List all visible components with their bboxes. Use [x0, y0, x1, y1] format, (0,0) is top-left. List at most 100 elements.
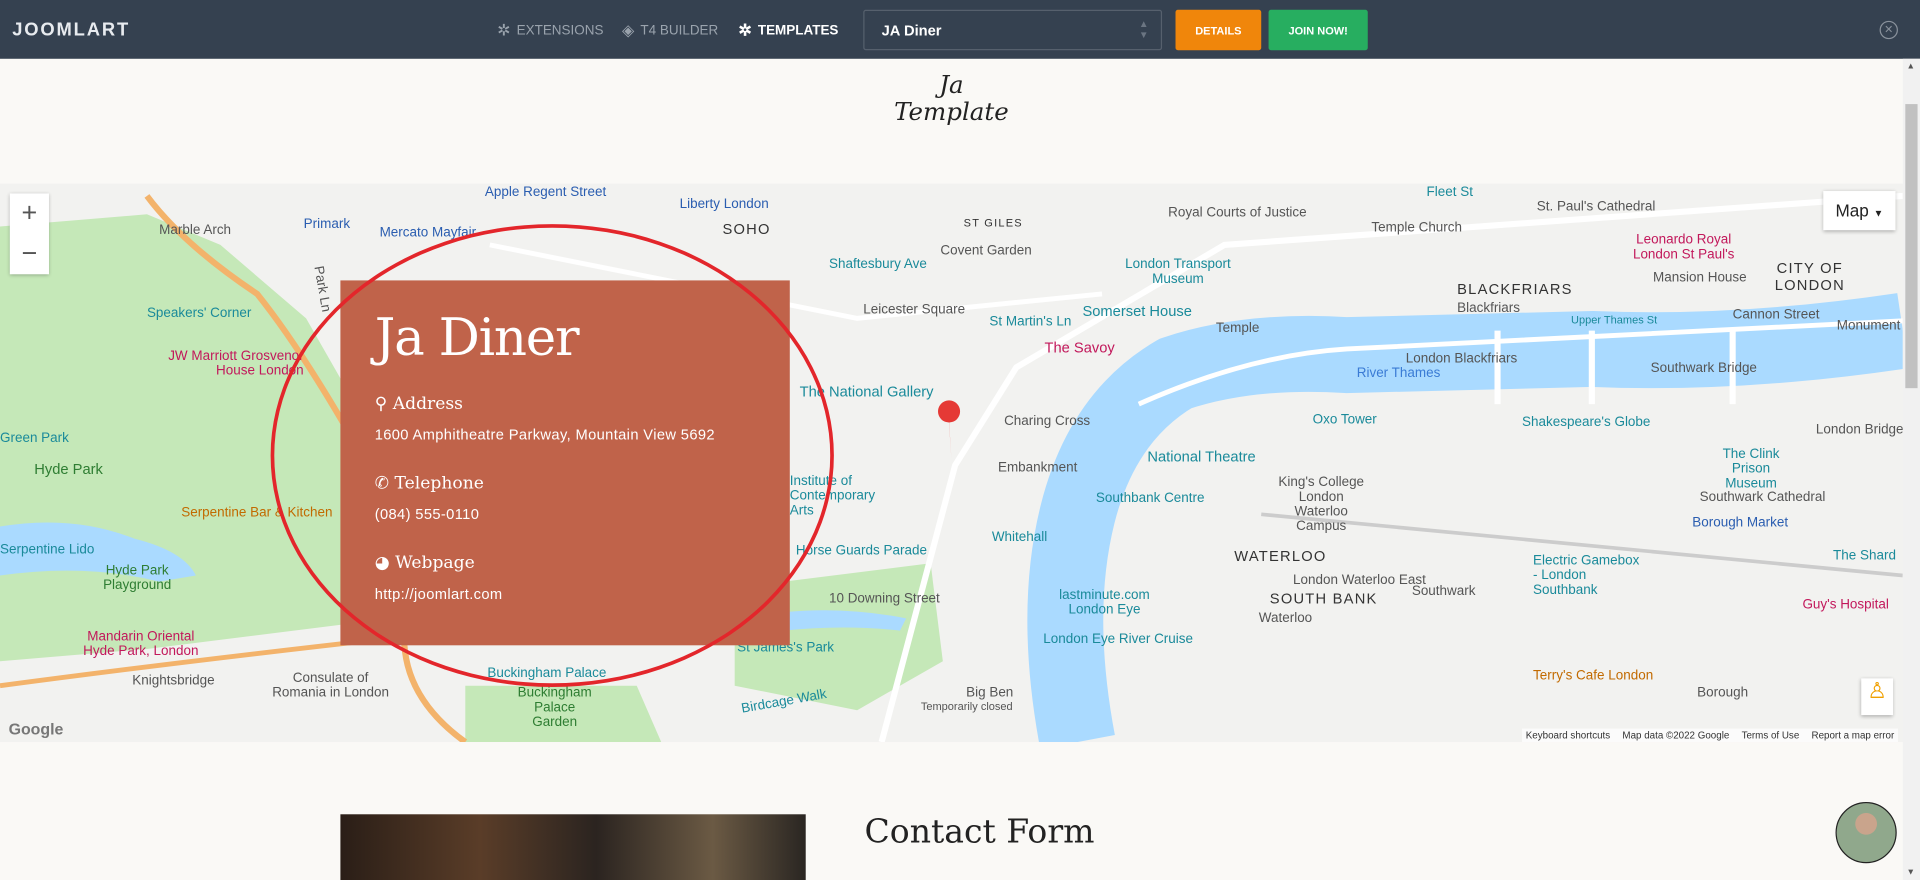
map-label: ST GILES	[963, 216, 1023, 229]
map-label: Hyde Park Playground	[103, 563, 172, 593]
chat-avatar[interactable]	[1835, 802, 1897, 864]
scroll-down-icon[interactable]: ▼	[1907, 868, 1915, 877]
map-label: Borough Market	[1692, 515, 1789, 531]
terms-link[interactable]: Terms of Use	[1742, 730, 1800, 741]
google-logo[interactable]: Google	[9, 720, 64, 738]
map-label: London Bridge	[1815, 422, 1903, 438]
google-map[interactable]: Apple Regent Street Liberty London SOHO …	[0, 183, 1903, 743]
keyboard-shortcuts-link[interactable]: Keyboard shortcuts	[1526, 730, 1610, 741]
map-label: Leicester Square	[863, 302, 966, 318]
map-label: Mandarin Oriental Hyde Park, London	[83, 629, 199, 659]
map-label: lastminute.com London Eye	[1059, 587, 1150, 618]
map-label: London Eye River Cruise	[1043, 631, 1194, 647]
map-label: Southwark Cathedral	[1699, 489, 1826, 505]
map-type-label: Map	[1835, 200, 1869, 221]
map-label: Green Park	[0, 431, 69, 446]
map-label: Somerset House	[1082, 302, 1192, 320]
scroll-up-icon[interactable]: ▲	[1907, 62, 1915, 71]
nav-label: T4 BUILDER	[640, 23, 719, 38]
details-button[interactable]: DETAILS	[1175, 9, 1262, 51]
globe-icon: ◕	[374, 553, 390, 574]
map-label: Fleet St	[1426, 184, 1473, 200]
map-label: Southwark	[1411, 584, 1476, 599]
pegman-icon[interactable]: ♙	[1861, 678, 1894, 716]
map-label: Temple Church	[1371, 220, 1463, 236]
map-label: Monument	[1836, 318, 1901, 334]
webpage-link[interactable]: http://joomlart.com	[375, 585, 756, 602]
map-label: St Martin's Ln	[989, 314, 1072, 330]
map-label: CITY OF LONDON	[1774, 259, 1845, 294]
map-label: St. Paul's Cathedral	[1536, 199, 1656, 215]
map-label: Big Ben	[966, 685, 1014, 701]
map-label: Southbank Centre	[1095, 491, 1205, 506]
map-label: SOHO	[722, 220, 771, 238]
map-label: Charing Cross	[1004, 413, 1091, 429]
map-label: Speakers' Corner	[146, 306, 252, 321]
nav-label: EXTENSIONS	[516, 23, 604, 38]
map-label: Waterloo	[1258, 611, 1313, 626]
report-error-link[interactable]: Report a map error	[1812, 730, 1895, 741]
join-now-button[interactable]: JOIN NOW!	[1268, 9, 1368, 51]
template-select[interactable]: JA Diner ▲ ▼	[863, 9, 1163, 51]
map-label: Covent Garden	[940, 243, 1032, 259]
map-label: Whitehall	[991, 530, 1048, 545]
map-zoom-control: + −	[9, 193, 49, 275]
nav-label: TEMPLATES	[757, 23, 839, 38]
webpage-label: Webpage	[395, 553, 475, 574]
map-label: Serpentine Lido	[0, 542, 95, 558]
map-label: Shakespeare's Globe	[1522, 415, 1651, 430]
address-heading: ⚲ Address	[375, 394, 756, 414]
scrollbar-thumb[interactable]	[1905, 104, 1918, 389]
map-label: London Blackfriars	[1405, 351, 1518, 367]
map-label: Primark	[303, 216, 351, 232]
close-icon[interactable]: ✕	[1879, 20, 1898, 40]
address-label: Address	[392, 394, 463, 414]
joomlart-logo[interactable]: JOOMLART	[12, 20, 130, 41]
map-type-button[interactable]: Map ▼	[1823, 191, 1896, 231]
zoom-out-button[interactable]: −	[10, 234, 49, 274]
telephone-value: (084) 555-0110	[374, 505, 480, 523]
map-label: Cannon Street	[1732, 307, 1820, 323]
page-scrollbar[interactable]: ▲ ▼	[1902, 58, 1920, 880]
map-label: The National Gallery	[799, 383, 934, 401]
map-label: Liberty London	[679, 197, 769, 212]
map-label: Mansion House	[1653, 270, 1747, 286]
zoom-in-button[interactable]: +	[10, 193, 49, 233]
map-label: London Waterloo East	[1293, 573, 1426, 588]
map-label: Leonardo Royal London St Paul's	[1632, 232, 1735, 263]
nav-t4-builder[interactable]: ◈ T4 BUILDER	[622, 21, 718, 41]
map-label: WATERLOO	[1234, 547, 1327, 565]
map-label: Southwark Bridge	[1650, 361, 1757, 376]
joomla-icon: ✲	[497, 20, 511, 40]
top-bar: JOOMLART ✲ EXTENSIONS ◈ T4 BUILDER ✲ TEMPLA…	[0, 0, 1920, 59]
map-label: JW Marriott Grosvenor House London	[168, 348, 304, 379]
map-label: The Shard	[1833, 548, 1896, 564]
map-label: Marble Arch	[159, 222, 232, 238]
map-label: National Theatre	[1147, 448, 1256, 466]
map-label: Horse Guards Parade	[795, 543, 927, 559]
phone-icon: ✆	[374, 473, 390, 494]
map-label: Institute of Contemporary Arts	[789, 473, 876, 518]
map-label: Consulate of Romania in London	[272, 671, 390, 701]
joomla-icon: ✲	[738, 20, 752, 40]
map-label: The Clink Prison Museum	[1722, 446, 1780, 492]
select-arrows-icon: ▲ ▼	[1138, 18, 1149, 41]
nav-extensions[interactable]: ✲ EXTENSIONS	[497, 21, 603, 41]
map-label: Mercato Mayfair	[379, 225, 477, 241]
address-value: 1600 Amphitheatre Parkway, Mountain View…	[374, 426, 715, 444]
map-data-text: Map data ©2022 Google	[1622, 729, 1730, 741]
map-label: Royal Courts of Justice	[1168, 205, 1307, 221]
restaurant-photo	[340, 814, 806, 880]
map-label: Electric Gamebox - London Southbank	[1533, 553, 1640, 598]
map-label: SOUTH BANK	[1269, 590, 1378, 608]
map-label: Embankment	[997, 460, 1078, 476]
map-attribution: Keyboard shortcuts Map data ©2022 Google…	[1522, 728, 1898, 743]
map-marker-icon: ⚲	[374, 394, 388, 414]
map-label: Knightsbridge	[132, 673, 215, 689]
map-label: Upper Thames St	[1571, 313, 1658, 326]
template-select-value: JA Diner	[881, 22, 942, 40]
map-label: King's College London Waterloo Campus	[1278, 475, 1365, 534]
nav-templates[interactable]: ✲ TEMPLATES	[738, 21, 838, 41]
map-label: BLACKFRIARS	[1457, 280, 1573, 298]
map-label: Blackfriars	[1457, 301, 1521, 316]
